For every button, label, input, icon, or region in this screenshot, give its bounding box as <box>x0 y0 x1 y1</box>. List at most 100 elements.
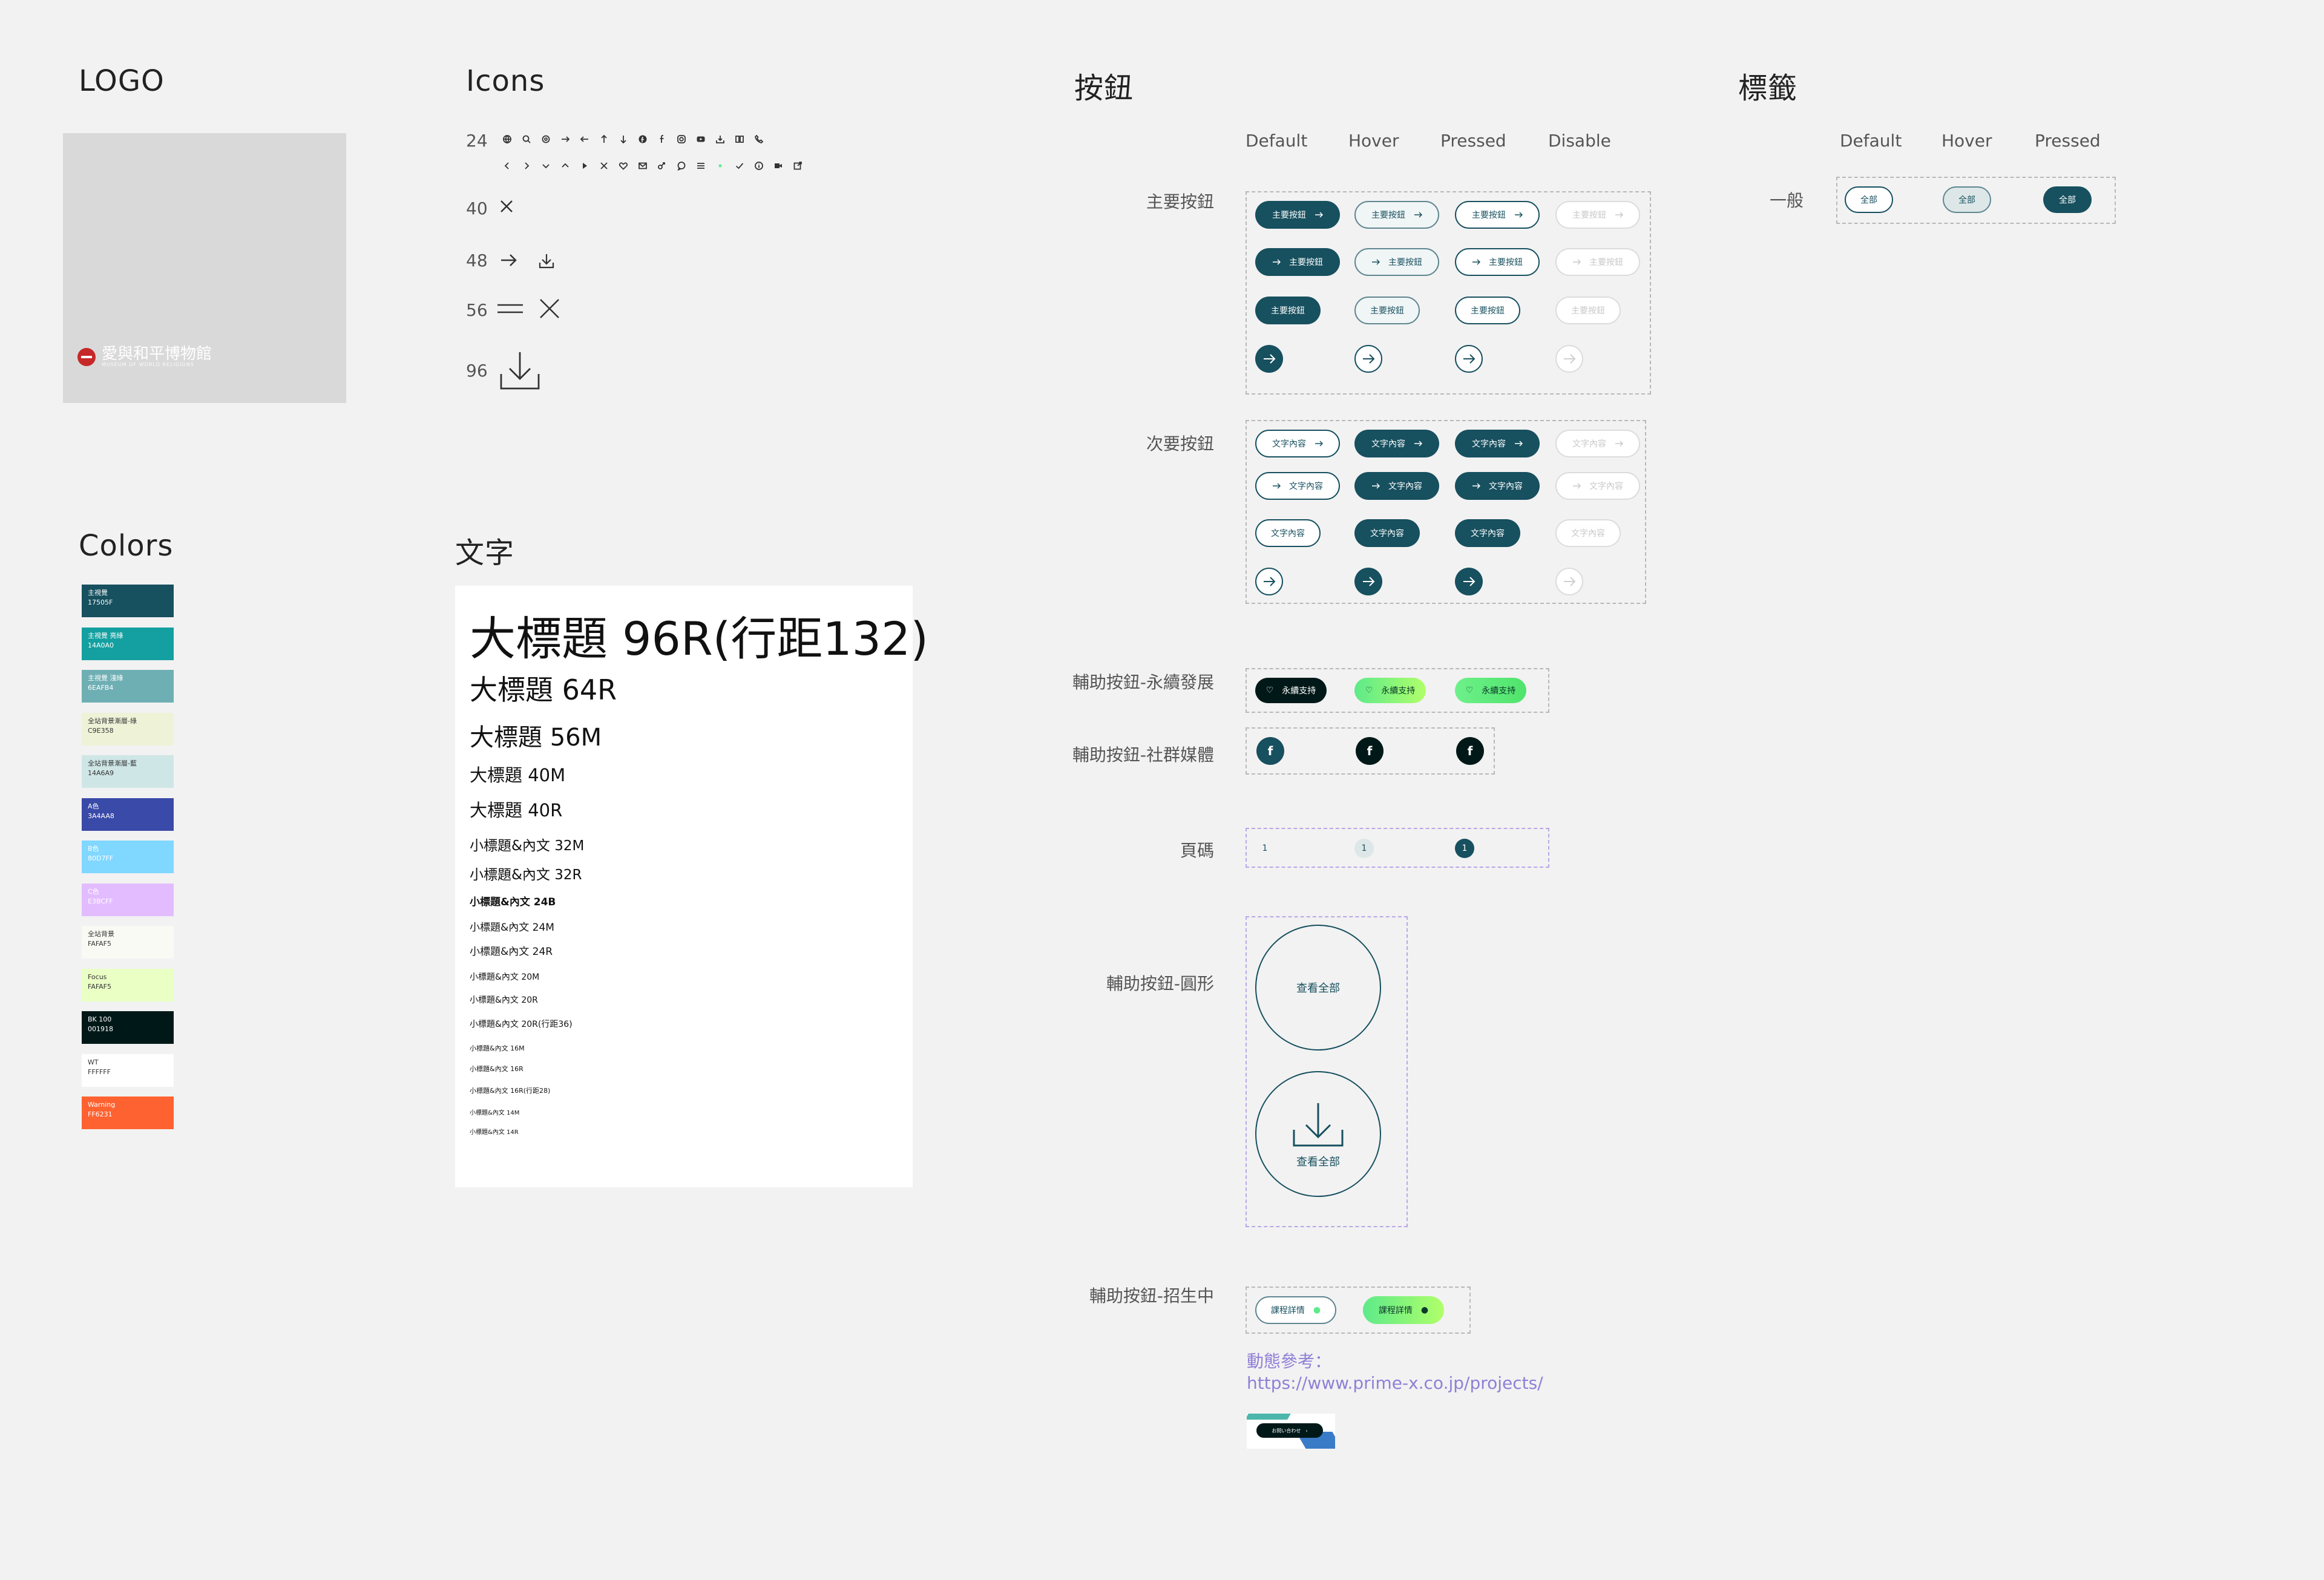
secondary-arrow-button-disabled[interactable] <box>1555 568 1583 595</box>
dot-icon <box>711 159 730 173</box>
secondary-arrow-button-pressed[interactable] <box>1455 568 1483 595</box>
typography-specimen: 小標題&內文 16R(行距28) <box>470 1087 551 1095</box>
secondary-button-default[interactable]: 文字內容 <box>1255 430 1340 457</box>
button-label: 文字內容 <box>1571 529 1605 539</box>
tag-col-head-pressed: Pressed <box>2035 131 2101 151</box>
color-swatch-hex: C9E358 <box>88 726 114 735</box>
primary-button-disabled[interactable]: 主要按鈕 <box>1555 201 1640 229</box>
primary-button-text-default[interactable]: 主要按鈕 <box>1255 297 1321 324</box>
tag-all-pressed[interactable]: 全部 <box>2043 186 2092 213</box>
secondary-button-arrow-left-pressed[interactable]: 文字內容 <box>1455 472 1540 500</box>
primary-arrow-button-pressed[interactable] <box>1455 345 1483 373</box>
chevron-right-icon <box>517 159 536 173</box>
button-label: 文字內容 <box>1572 439 1606 449</box>
tag-all-hover[interactable]: 全部 <box>1943 186 1991 213</box>
eco-buttons-label: 輔助按鈕-永續發展 <box>1072 672 1214 692</box>
button-label: 主要按鈕 <box>1388 258 1422 267</box>
colors-section-title: Colors <box>79 529 174 563</box>
button-label: 文字內容 <box>1370 529 1404 539</box>
button-label: 主要按鈕 <box>1571 306 1605 316</box>
primary-button-text-pressed[interactable]: 主要按鈕 <box>1455 297 1520 324</box>
button-label: 文字內容 <box>1472 439 1506 449</box>
primary-arrow-button-hover[interactable] <box>1354 345 1382 373</box>
typography-specimen: 小標題&內文 14M <box>470 1110 520 1116</box>
typography-specimen: 大標題 56M <box>470 724 602 752</box>
button-label: 主要按鈕 <box>1589 258 1623 267</box>
menu-icon <box>496 297 524 321</box>
primary-button-pressed[interactable]: 主要按鈕 <box>1455 201 1540 229</box>
primary-button-arrow-left-disabled[interactable]: 主要按鈕 <box>1555 248 1640 276</box>
chat-icon <box>672 159 691 173</box>
tag-all[interactable]: 全部 <box>1845 186 1893 213</box>
play-icon <box>575 159 594 173</box>
col-head-pressed: Pressed <box>1440 131 1506 151</box>
facebook-button[interactable]: f <box>1256 737 1284 765</box>
secondary-button-text-disabled[interactable]: 文字內容 <box>1555 519 1621 547</box>
color-swatch: B色 80D7FF <box>82 841 174 873</box>
logo-emblem-icon <box>77 347 96 366</box>
color-swatch-name: Warning <box>88 1101 116 1109</box>
arrow-right-icon <box>1462 353 1476 365</box>
youtube-icon <box>691 132 711 146</box>
typography-specimen: 小標題&內文 16M <box>470 1044 525 1052</box>
page-number-1[interactable]: 1 <box>1255 839 1275 858</box>
close-icon <box>497 197 516 215</box>
view-all-circle-button[interactable]: 查看全部 <box>1255 925 1381 1051</box>
typography-specimen: 小標題&內文 20M <box>470 972 540 982</box>
primary-button-hover[interactable]: 主要按鈕 <box>1354 201 1439 229</box>
primary-button-text-hover[interactable]: 主要按鈕 <box>1354 297 1420 324</box>
color-swatch-hex: E3BCFF <box>88 897 113 905</box>
primary-button-arrow-left-hover[interactable]: 主要按鈕 <box>1354 248 1439 276</box>
primary-button-arrow-left-default[interactable]: 主要按鈕 <box>1255 248 1340 276</box>
tags-section-title: 標籤 <box>1738 71 1798 105</box>
arrow-right-icon <box>1562 353 1577 365</box>
secondary-button-arrow-left-disabled[interactable]: 文字內容 <box>1555 472 1640 500</box>
external-link-icon <box>788 159 807 173</box>
secondary-button-text-hover[interactable]: 文字內容 <box>1354 519 1420 547</box>
heart-icon: ♡ <box>1465 686 1474 695</box>
color-swatch-name: 全站背景漸層-藍 <box>88 759 137 767</box>
page-number-1-hover[interactable]: 1 <box>1354 839 1374 858</box>
secondary-arrow-button-hover[interactable] <box>1354 568 1382 595</box>
download-icon <box>711 132 730 146</box>
secondary-arrow-button-default[interactable] <box>1255 568 1283 595</box>
arrow-right-icon <box>1514 212 1523 218</box>
view-all-download-circle-button[interactable]: 查看全部 <box>1255 1071 1381 1197</box>
color-swatch-hex: 14A0A0 <box>88 641 114 649</box>
typography-specimen: 大標題 64R <box>470 674 617 706</box>
color-swatch: Focus FAFAF5 <box>82 968 174 1001</box>
facebook-icon: f <box>1367 744 1373 758</box>
secondary-button-text-pressed[interactable]: 文字內容 <box>1455 519 1520 547</box>
arrow-right-icon <box>1262 353 1276 365</box>
tag-row-label: 一般 <box>1769 191 1804 211</box>
eco-support-button[interactable]: ♡ 永續支持 <box>1255 678 1327 703</box>
eco-support-button-pressed[interactable]: ♡ 永續支持 <box>1455 678 1526 703</box>
color-swatch: 主視覺 淺綠 6EAFB4 <box>82 670 174 703</box>
secondary-button-disabled[interactable]: 文字內容 <box>1555 430 1640 457</box>
secondary-button-text-default[interactable]: 文字內容 <box>1255 519 1321 547</box>
course-details-button-hover[interactable]: 課程詳情 ● <box>1363 1296 1444 1324</box>
secondary-button-arrow-left-default[interactable]: 文字內容 <box>1255 472 1340 500</box>
arrow-right-icon <box>1371 483 1380 489</box>
color-swatch: 全站背景漸層-藍 14A6A9 <box>82 755 174 788</box>
course-details-button[interactable]: 課程詳情 ● <box>1255 1296 1336 1324</box>
download-icon <box>1289 1100 1347 1151</box>
primary-arrow-button-disabled[interactable] <box>1555 345 1583 373</box>
reference-link[interactable]: https://www.prime-x.co.jp/projects/ <box>1247 1372 1543 1394</box>
secondary-button-arrow-left-hover[interactable]: 文字內容 <box>1354 472 1439 500</box>
eco-support-button-hover[interactable]: ♡ 永續支持 <box>1354 678 1426 703</box>
page-number-1-active[interactable]: 1 <box>1455 839 1474 858</box>
primary-button-default[interactable]: 主要按鈕 <box>1255 201 1340 229</box>
facebook-button-hover[interactable]: f <box>1356 737 1384 765</box>
primary-arrow-button-default[interactable] <box>1255 345 1283 373</box>
color-swatch-hex: 001918 <box>88 1025 113 1033</box>
secondary-button-hover[interactable]: 文字內容 <box>1354 430 1439 457</box>
primary-buttons-label: 主要按鈕 <box>1146 192 1214 212</box>
button-label: 文字內容 <box>1371 439 1405 449</box>
facebook-button-pressed[interactable]: f <box>1456 737 1484 765</box>
arrow-right-icon <box>1315 212 1323 218</box>
secondary-button-pressed[interactable]: 文字內容 <box>1455 430 1540 457</box>
circle-buttons-label: 輔助按鈕-圓形 <box>1106 974 1214 994</box>
primary-button-arrow-left-pressed[interactable]: 主要按鈕 <box>1455 248 1540 276</box>
primary-button-text-disabled[interactable]: 主要按鈕 <box>1555 297 1621 324</box>
